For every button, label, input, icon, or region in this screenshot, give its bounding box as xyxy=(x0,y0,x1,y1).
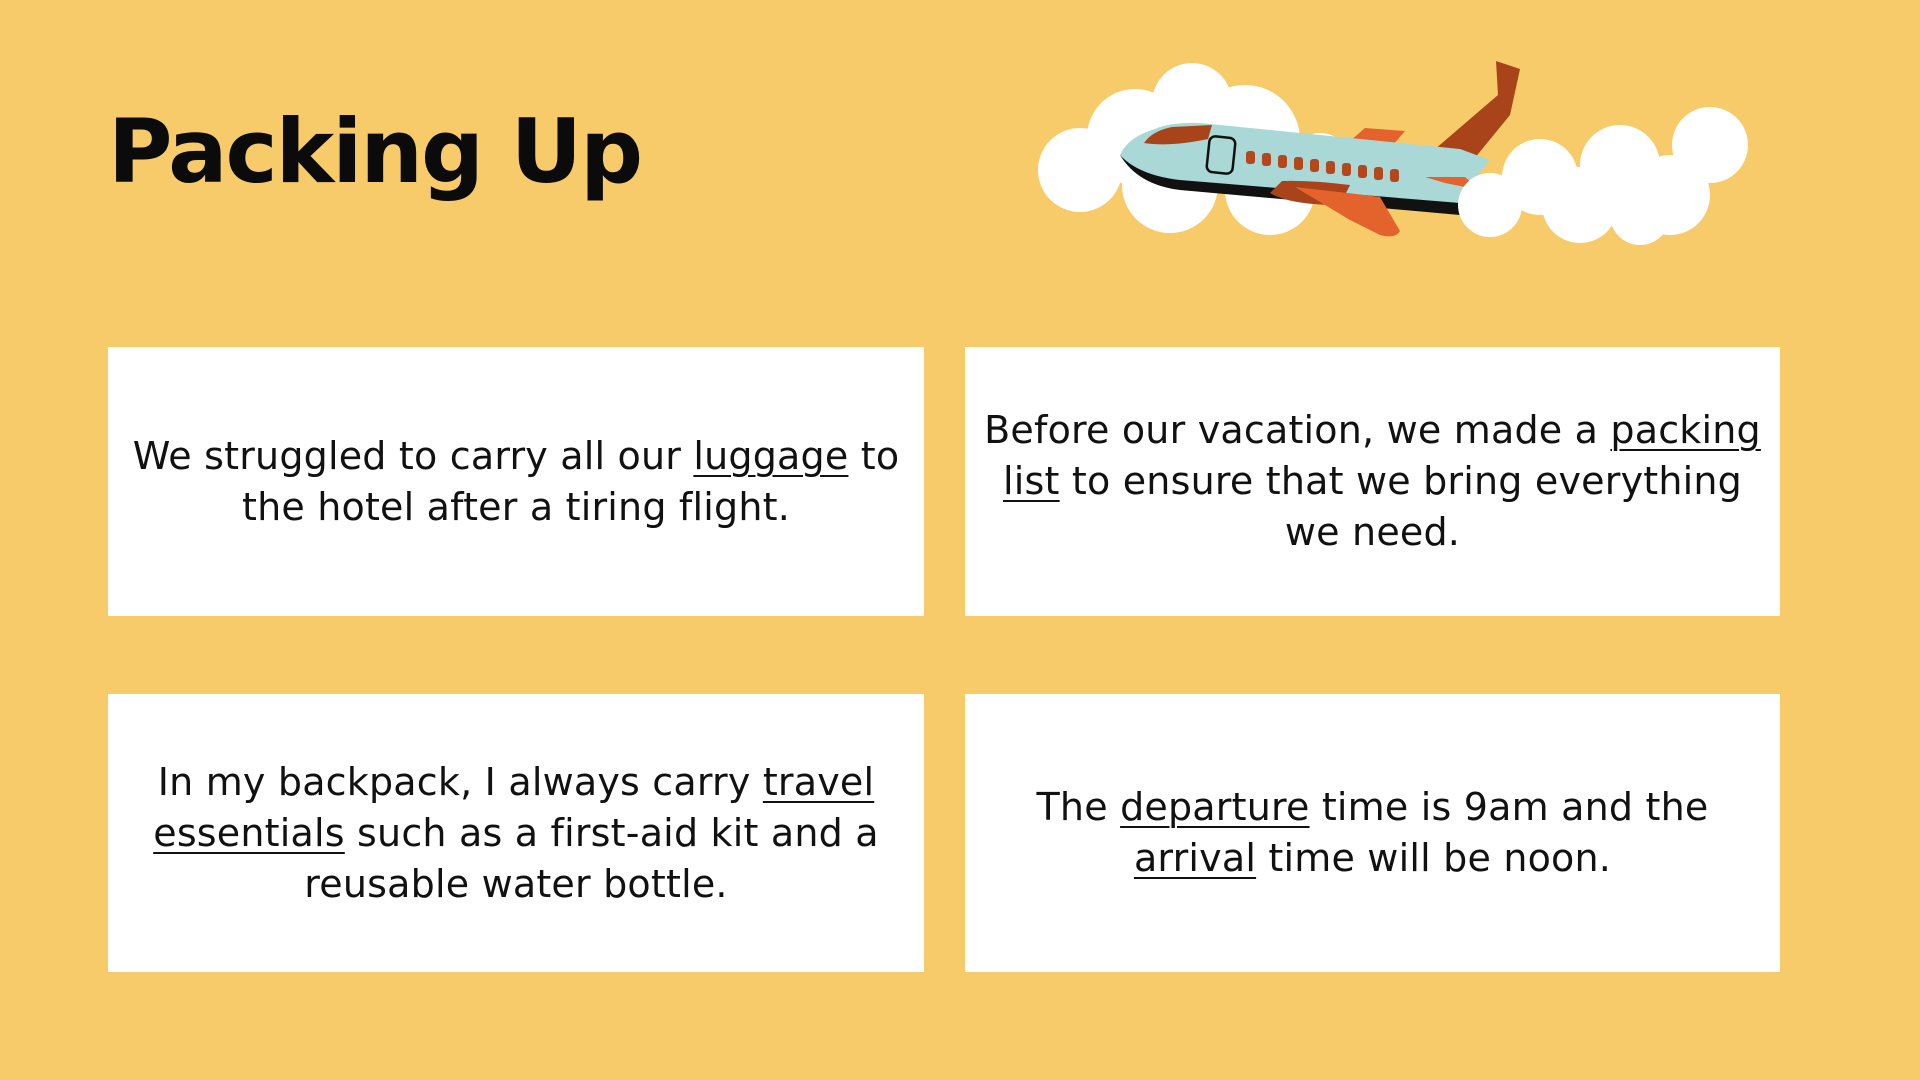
text-segment: to ensure that we bring everything we ne… xyxy=(1059,459,1742,554)
vocabulary-term: departure xyxy=(1120,785,1310,829)
text-segment: We struggled to carry all our xyxy=(132,433,694,478)
card-text: In my backpack, I always carry travel es… xyxy=(124,757,908,910)
vocabulary-term: luggage xyxy=(693,433,849,478)
card-travel-essentials: In my backpack, I always carry travel es… xyxy=(108,694,924,972)
card-text: The departure time is 9am and the arriva… xyxy=(981,782,1764,884)
cloud-icon xyxy=(1458,107,1748,245)
text-segment: time is 9am and the xyxy=(1309,785,1709,829)
card-departure-arrival: The departure time is 9am and the arriva… xyxy=(965,694,1780,972)
airplane-illustration xyxy=(1020,55,1920,275)
card-luggage: We struggled to carry all our luggage to… xyxy=(108,347,924,616)
text-segment: such as a first-aid kit and a reusable w… xyxy=(304,810,879,906)
vocabulary-term: arrival xyxy=(1133,836,1257,880)
text-segment: time will be noon. xyxy=(1256,836,1612,880)
text-segment: Before our vacation, we made a xyxy=(984,408,1611,452)
slide: Packing Up We struggled to carry all our… xyxy=(0,0,1920,1080)
page-title: Packing Up xyxy=(108,100,643,203)
text-segment: The xyxy=(1036,785,1121,829)
card-text: Before our vacation, we made a packing l… xyxy=(981,405,1764,558)
airplane-scene-svg xyxy=(1038,61,1748,245)
text-segment: In my backpack, I always carry xyxy=(157,759,763,804)
card-text: We struggled to carry all our luggage to… xyxy=(124,431,908,533)
card-packing-list: Before our vacation, we made a packing l… xyxy=(965,347,1780,616)
